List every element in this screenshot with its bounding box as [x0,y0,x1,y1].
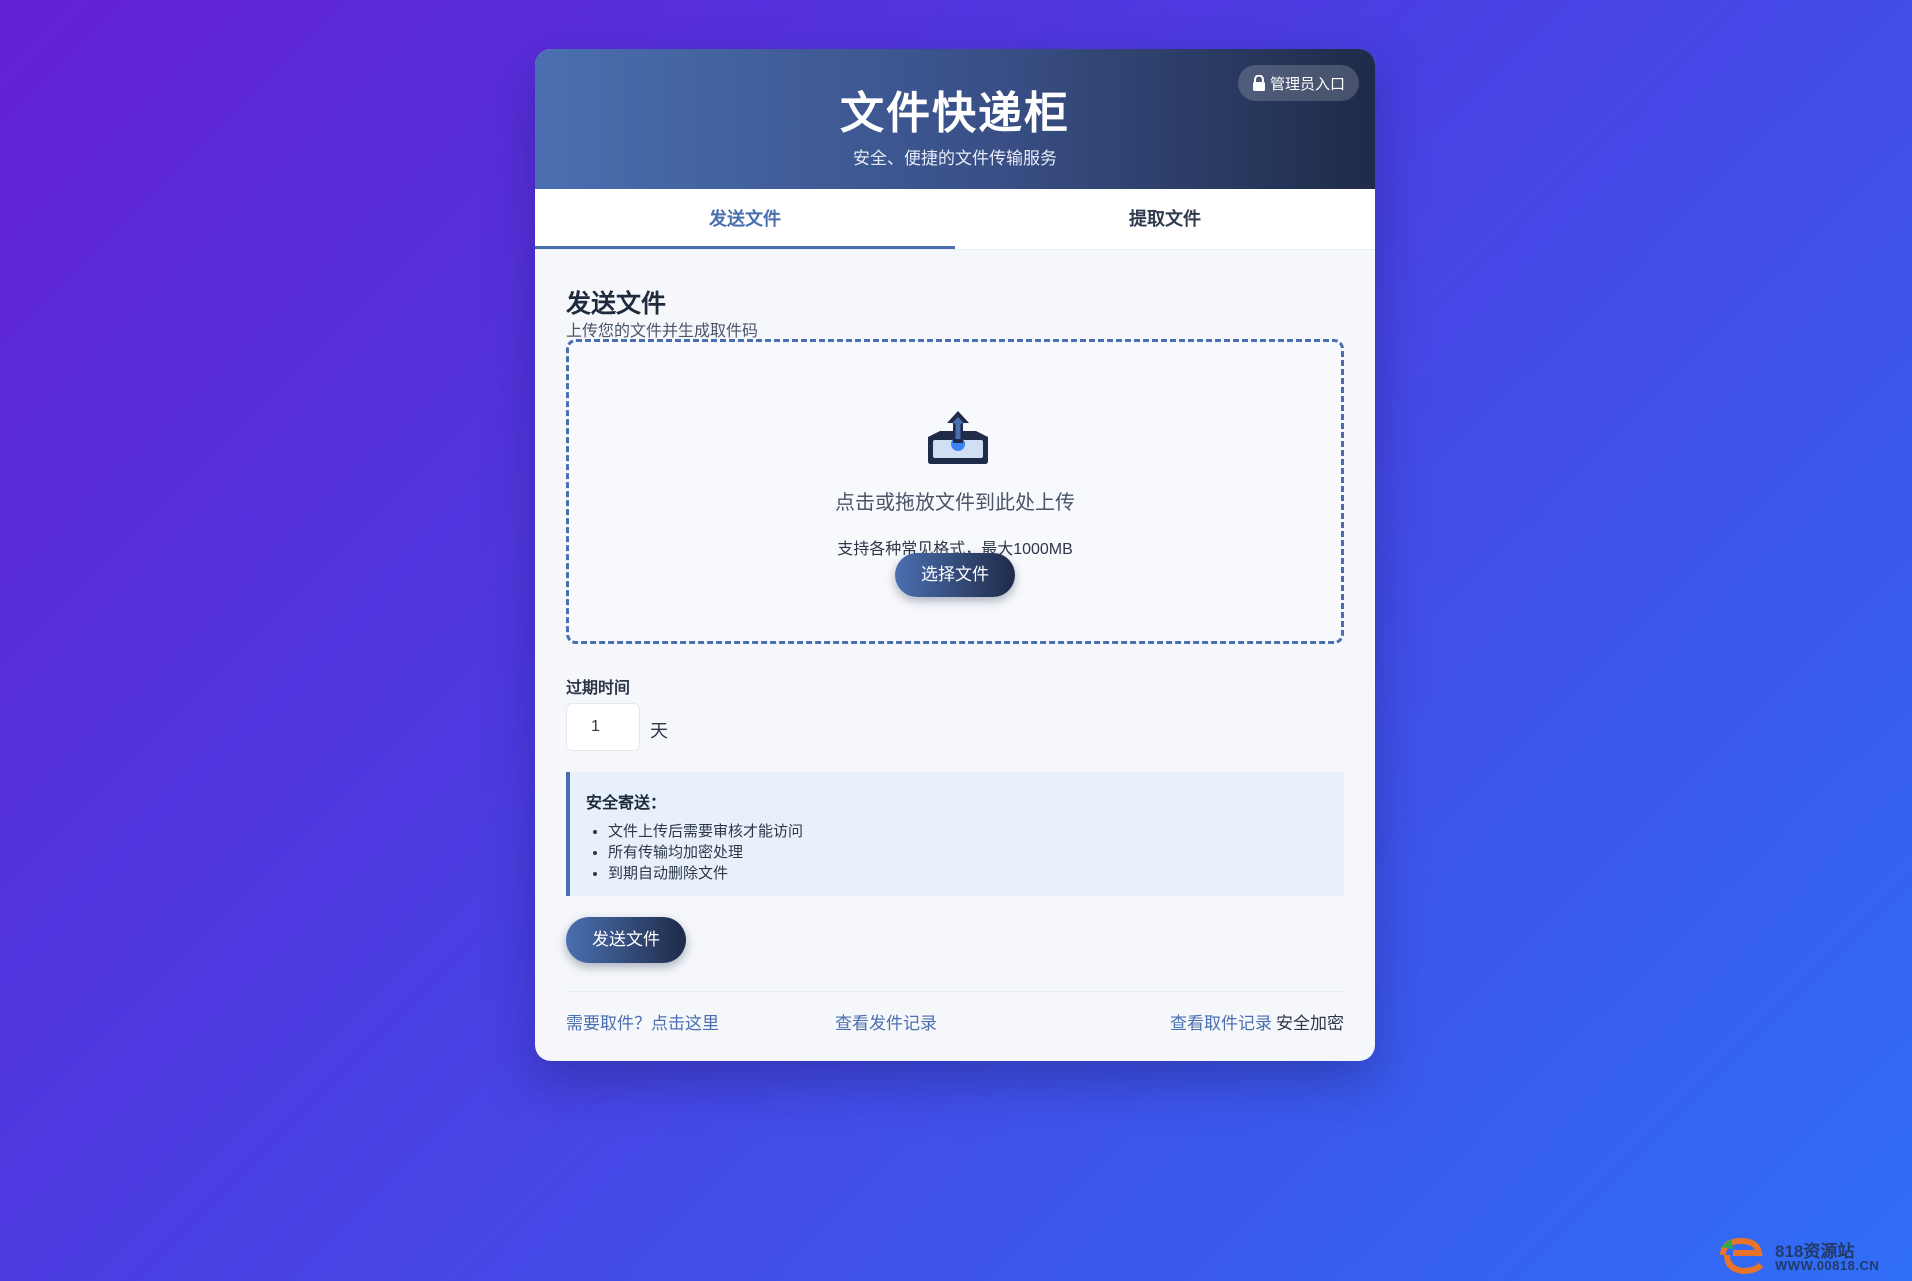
lock-icon [1252,75,1265,91]
admin-entry-label: 管理员入口 [1269,75,1345,93]
file-dropzone[interactable]: 点击或拖放文件到此处上传 支持各种常见格式，最大1000MB 选择文件 [566,339,1344,644]
notice-title: 安全寄送： [586,795,667,812]
notice-item: 所有传输均加密处理 [608,842,1344,863]
pickup-records-link[interactable]: 查看取件记录 [1170,1009,1272,1034]
notice-list: 文件上传后需要审核才能访问 所有传输均加密处理 到期自动删除文件 [586,821,1344,884]
expire-unit: 天 [650,721,668,741]
expire-label: 过期时间 [566,680,631,697]
upload-tray-icon [928,411,988,464]
secure-label: 安全加密 [1276,1014,1344,1033]
expire-days-input[interactable] [566,703,640,751]
section-title: 发送文件 [566,290,667,318]
notice-item: 到期自动删除文件 [608,863,1344,884]
tab-bar: 发送文件 提取文件 [535,189,1375,250]
main-card: 文件快递柜 安全、便捷的文件传输服务 管理员入口 发送文件 提取文件 发送文件 … [535,49,1375,1061]
site-watermark: 818资源站 WWW.00818.CN [1713,1233,1903,1277]
page-subtitle: 安全、便捷的文件传输服务 [853,149,1057,168]
site-logo-icon [1720,1237,1764,1275]
tab-send-file[interactable]: 发送文件 [535,189,955,249]
admin-entry-button[interactable]: 管理员入口 [1237,65,1359,101]
header: 文件快递柜 安全、便捷的文件传输服务 管理员入口 [535,49,1375,189]
tab-receive-file[interactable]: 提取文件 [955,189,1375,249]
send-file-button[interactable]: 发送文件 [566,917,686,963]
section-subtitle: 上传您的文件并生成取件码 [566,323,759,340]
footer-divider [566,991,1344,992]
choose-file-button[interactable]: 选择文件 [895,553,1015,597]
dropzone-text: 点击或拖放文件到此处上传 [835,492,1075,514]
send-records-link[interactable]: 查看发件记录 [835,1009,937,1034]
security-notice: 安全寄送： 文件上传后需要审核才能访问 所有传输均加密处理 到期自动删除文件 [566,772,1344,896]
notice-item: 文件上传后需要审核才能访问 [608,821,1344,842]
watermark-url: WWW.00818.CN [1775,1258,1880,1273]
need-pickup-link[interactable]: 需要取件？点击这里 [566,1009,719,1034]
